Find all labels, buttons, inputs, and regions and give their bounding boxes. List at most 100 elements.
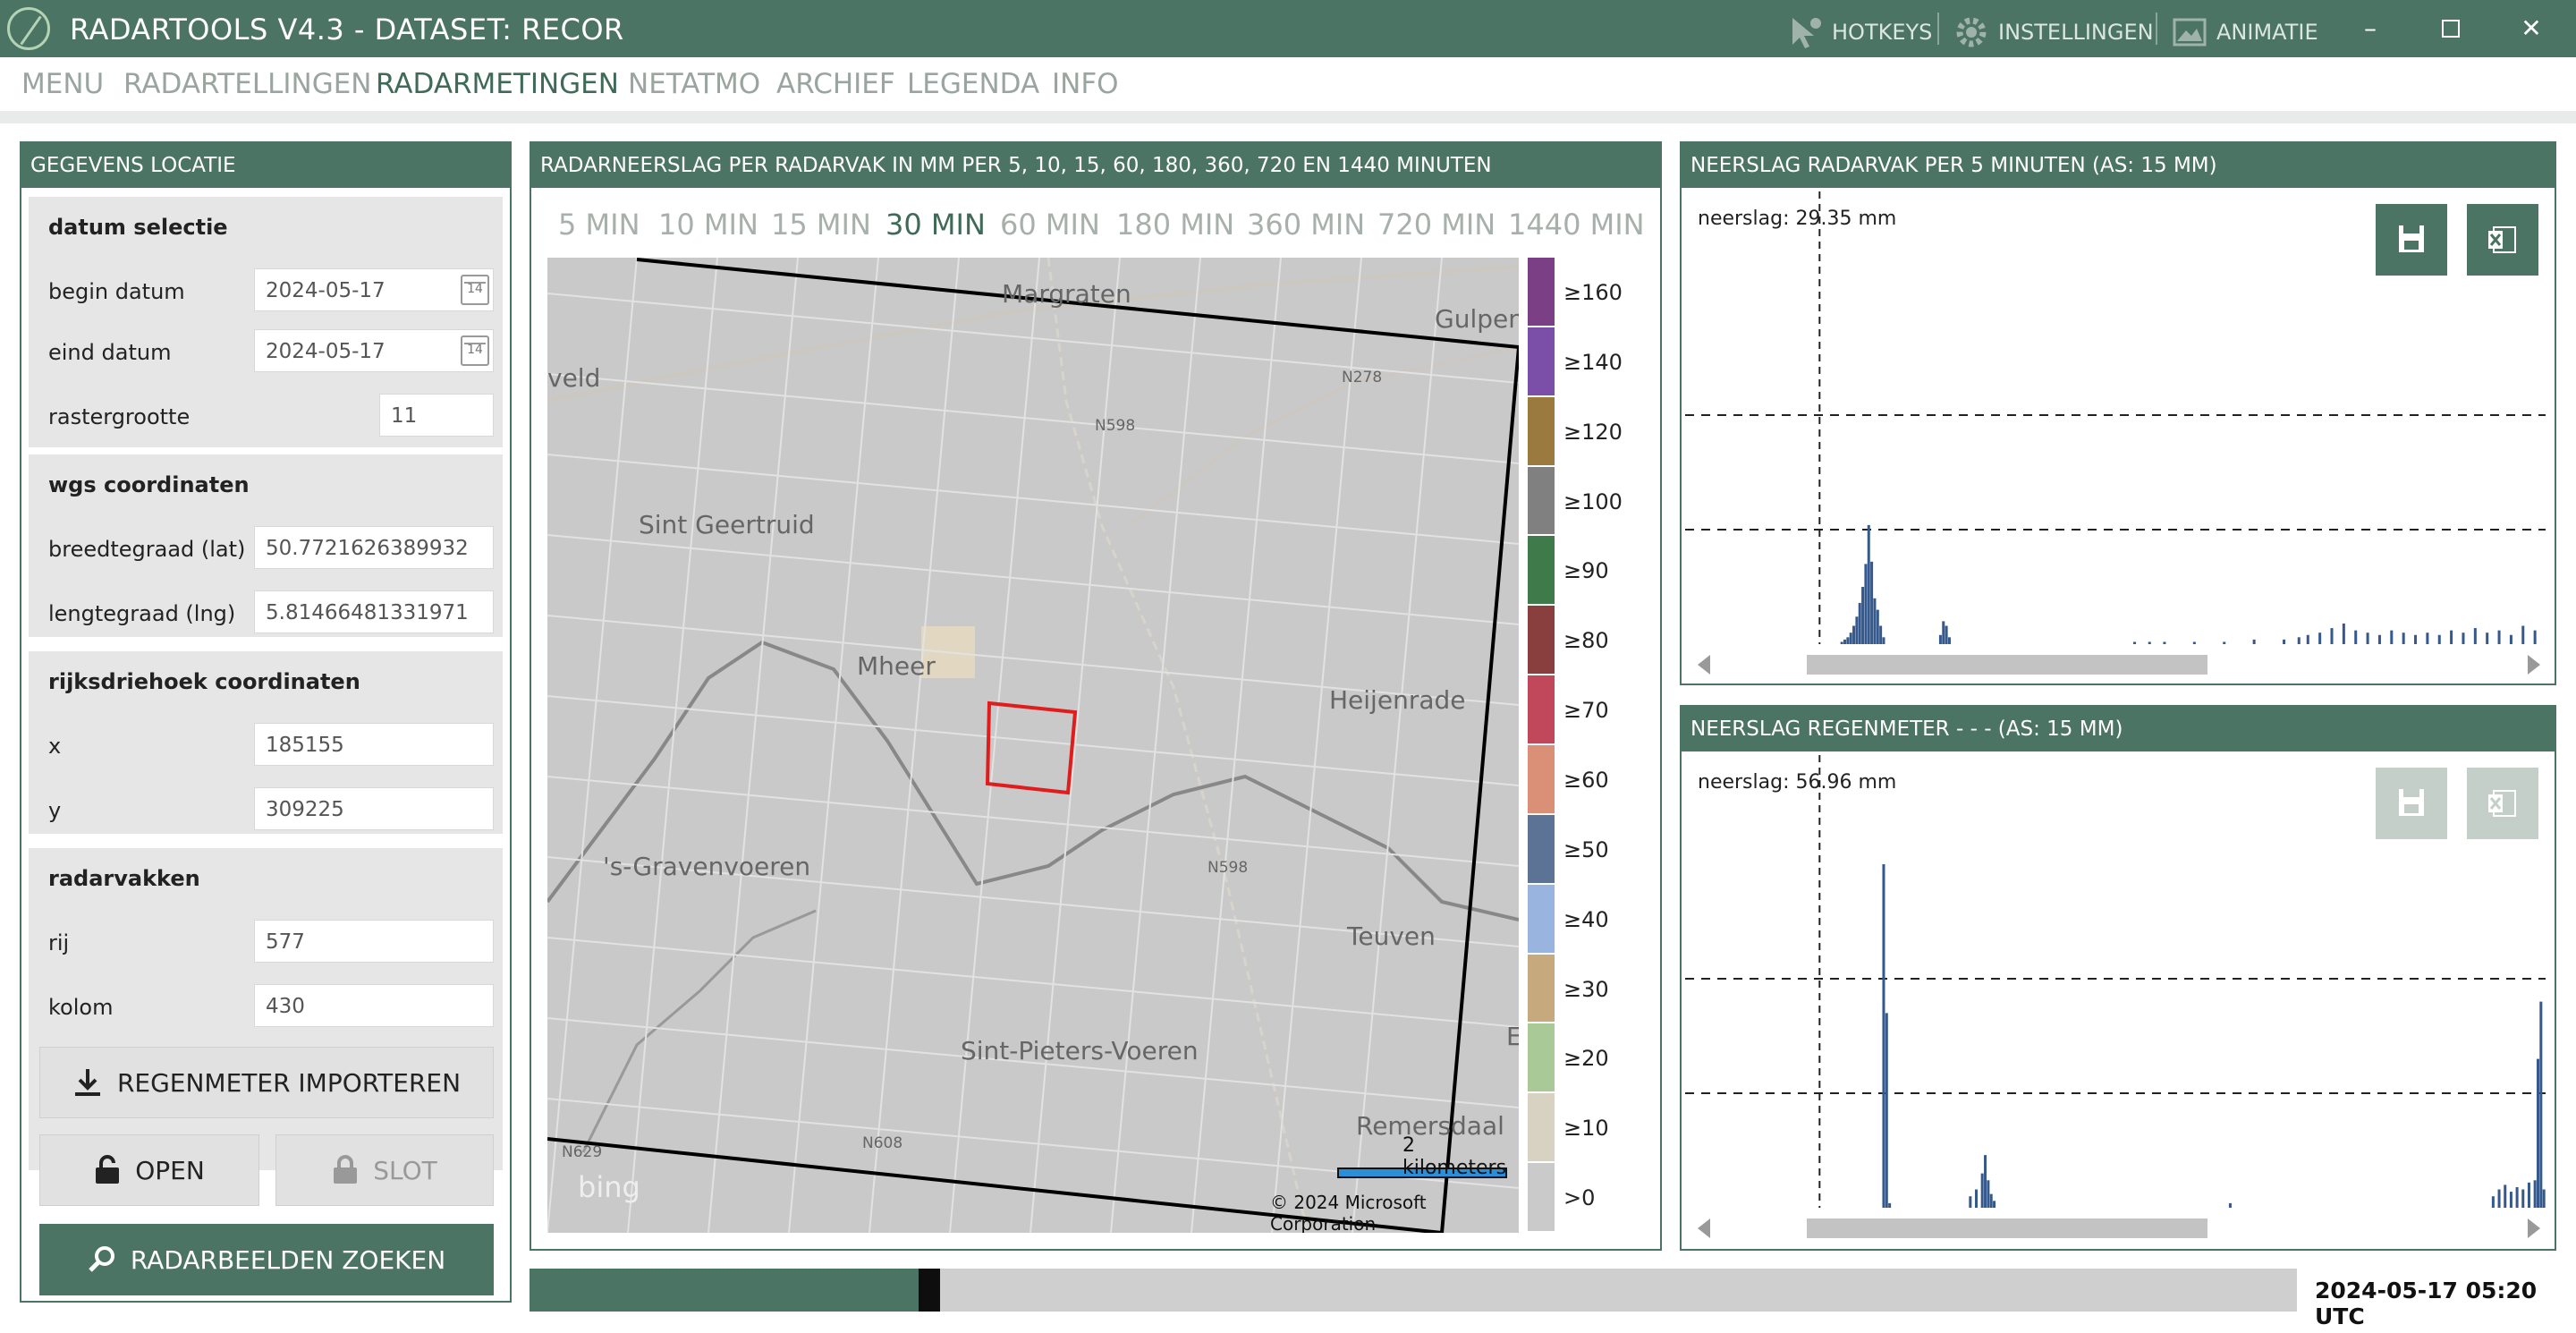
chart-bar <box>2402 633 2405 644</box>
legend-label: ≥10 <box>1563 1116 1609 1142</box>
scroll-left-arrow[interactable] <box>1698 655 1710 675</box>
end-date-field[interactable]: 2024-05-17 14 <box>254 329 494 372</box>
tab-5-min[interactable]: 5 MIN <box>558 208 640 242</box>
menu-item-menu[interactable]: MENU <box>21 68 104 100</box>
chart-bar <box>2521 1189 2525 1208</box>
legend-swatch <box>1528 327 1555 395</box>
tab-10-min[interactable]: 10 MIN <box>658 208 758 242</box>
grid-size-field[interactable]: 11 <box>379 394 494 437</box>
search-icon <box>89 1246 114 1272</box>
close-button[interactable]: ✕ <box>2513 11 2549 47</box>
tab-15-min[interactable]: 15 MIN <box>771 208 871 242</box>
row-label: rij <box>48 930 70 955</box>
timeline-thumb[interactable] <box>918 1269 940 1312</box>
menu-item-legenda[interactable]: LEGENDA <box>907 68 1039 100</box>
calendar-icon[interactable]: 14 <box>461 335 489 366</box>
tab-1440-min[interactable]: 1440 MIN <box>1508 208 1645 242</box>
chart-bar <box>2318 633 2322 644</box>
menu-divider <box>0 111 2576 123</box>
chart-bar <box>2283 639 2286 644</box>
minimize-button[interactable]: – <box>2352 11 2388 47</box>
y-label: y <box>48 798 62 823</box>
x-field[interactable]: 185155 <box>254 723 494 766</box>
map-label: Sint Geertruid <box>639 510 815 539</box>
chart-bar <box>1969 1196 1972 1208</box>
chart-bar <box>1947 637 1951 644</box>
chart-bar <box>1870 561 1874 644</box>
radar-total: neerslag: 29.35 mm <box>1698 208 1897 230</box>
scale-label: 2 kilometers <box>1402 1134 1507 1179</box>
save-chart-button[interactable] <box>2376 204 2447 276</box>
road-label: N278 <box>1342 369 1383 386</box>
excel-icon <box>2488 226 2516 253</box>
legend-label: ≥80 <box>1563 628 1609 654</box>
scroll-left-arrow[interactable] <box>1698 1218 1710 1238</box>
calendar-icon[interactable]: 14 <box>461 275 489 305</box>
chart-bar <box>1852 625 1856 644</box>
chart-bar <box>1840 641 1843 644</box>
timeline-slider[interactable] <box>530 1269 2297 1312</box>
lat-field[interactable]: 50.7721626389932 <box>254 526 494 569</box>
download-icon <box>74 1069 100 1096</box>
menu-item-radartellingen[interactable]: RADARTELLINGEN <box>123 68 372 100</box>
row-field[interactable]: 577 <box>254 920 494 963</box>
lng-field[interactable]: 5.81466481331971 <box>254 590 494 633</box>
radarvakken-group: radarvakken rij 577 kolom 430 <box>29 848 503 1170</box>
search-radar-images-button[interactable]: RADARBEELDEN ZOEKEN <box>39 1224 494 1295</box>
chart-bar <box>2473 628 2477 644</box>
import-rain-gauge-button[interactable]: REGENMETER IMPORTEREN <box>39 1047 494 1118</box>
chart-bar <box>1989 1193 1993 1208</box>
end-date-value: 2024-05-17 <box>266 340 386 363</box>
bing-logo: bing <box>578 1170 640 1204</box>
save-chart-button[interactable] <box>2376 768 2447 839</box>
chart-bar <box>2450 630 2453 644</box>
legend-label: ≥120 <box>1563 419 1623 445</box>
rain-gauge-scroll-thumb[interactable] <box>1807 1218 2207 1238</box>
legend-label: ≥100 <box>1563 488 1623 514</box>
end-date-label: eind datum <box>48 340 172 365</box>
chart-bar <box>1849 633 1852 644</box>
chart-bar <box>1987 1180 1990 1208</box>
hotkeys-label: HOTKEYS <box>1832 20 1933 45</box>
scroll-right-arrow[interactable] <box>2528 1218 2540 1238</box>
export-excel-button[interactable] <box>2467 768 2538 839</box>
chart-bar <box>1975 1189 1979 1208</box>
chart-bar <box>1873 598 1877 644</box>
menu-item-radarmetingen[interactable]: RADARMETINGEN <box>376 68 619 100</box>
settings-button[interactable]: INSTELLINGEN <box>1953 14 2154 50</box>
chart-bar <box>1858 602 1861 644</box>
chart-bar <box>2223 641 2226 644</box>
chart-bar <box>1993 1201 1996 1208</box>
y-field[interactable]: 309225 <box>254 787 494 830</box>
chart-bar <box>2192 641 2196 644</box>
legend-swatch <box>1528 1093 1555 1162</box>
radar-chart-scroll-thumb[interactable] <box>1807 655 2207 675</box>
chart-bar <box>2330 628 2334 644</box>
tab-720-min[interactable]: 720 MIN <box>1377 208 1496 242</box>
menu-item-info[interactable]: INFO <box>1052 68 1119 100</box>
col-field[interactable]: 430 <box>254 984 494 1027</box>
hotkeys-button[interactable]: HOTKEYS <box>1787 14 1932 50</box>
road-label: N629 <box>562 1143 603 1161</box>
chart-bar <box>2533 1180 2537 1208</box>
tab-30-min[interactable]: 30 MIN <box>886 208 986 242</box>
app-logo-icon <box>7 7 50 50</box>
export-excel-button[interactable] <box>2467 204 2538 276</box>
animation-button[interactable]: ANIMATIE <box>2172 14 2318 50</box>
tab-360-min[interactable]: 360 MIN <box>1247 208 1365 242</box>
tab-180-min[interactable]: 180 MIN <box>1116 208 1234 242</box>
chart-bar <box>1938 634 1942 644</box>
begin-date-field[interactable]: 2024-05-17 14 <box>254 268 494 311</box>
lock-button[interactable]: SLOT <box>275 1134 494 1206</box>
scroll-right-arrow[interactable] <box>2528 655 2540 675</box>
chart-bar <box>1861 587 1865 644</box>
maximize-button[interactable] <box>2433 11 2469 47</box>
open-button[interactable]: OPEN <box>39 1134 259 1206</box>
menu-item-netatmo[interactable]: NETATMO <box>628 68 760 100</box>
menu-item-archief[interactable]: ARCHIEF <box>776 68 895 100</box>
begin-date-value: 2024-05-17 <box>266 279 386 302</box>
tab-60-min[interactable]: 60 MIN <box>1000 208 1100 242</box>
chart-bar <box>2163 641 2166 644</box>
radar-map[interactable]: Margraten Gulpen veld Sint Geertruid Mhe… <box>547 258 1519 1233</box>
map-label: Heijenrade <box>1329 685 1466 715</box>
